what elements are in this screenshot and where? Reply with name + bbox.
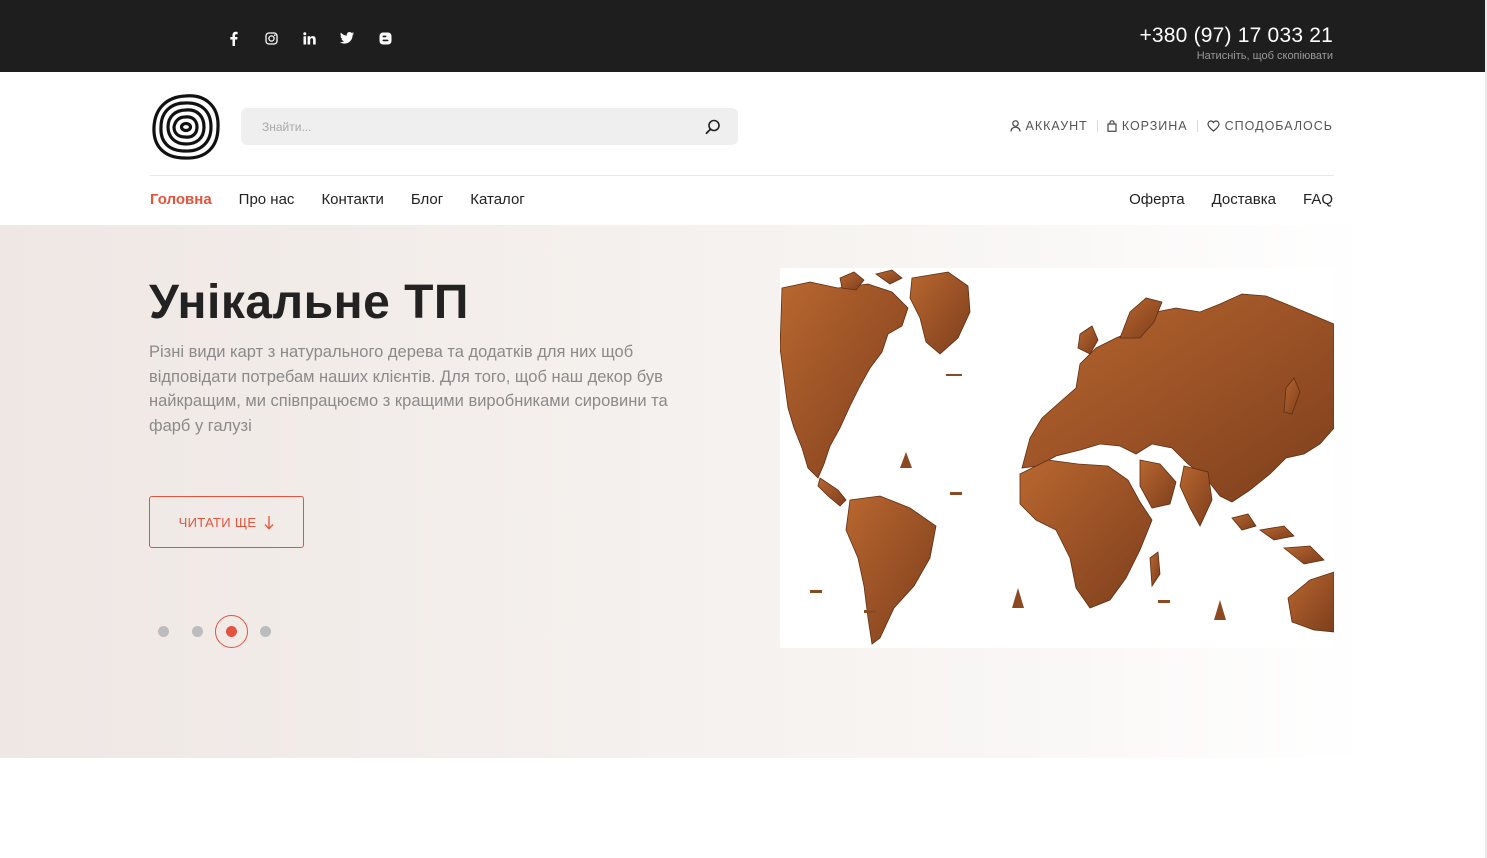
twitter-icon[interactable] xyxy=(328,26,366,50)
search-input[interactable] xyxy=(241,108,681,145)
heart-icon xyxy=(1207,120,1220,132)
user-icon xyxy=(1009,120,1021,132)
hero-title: Унікальне ТП xyxy=(149,276,469,329)
nav-item-delivery[interactable]: Доставка xyxy=(1212,191,1276,208)
nav-item-home[interactable]: Головна xyxy=(150,191,212,208)
read-more-button[interactable]: ЧИТАТИ ЩЕ xyxy=(149,496,304,548)
nav-item-contacts[interactable]: Контакти xyxy=(321,191,383,208)
account-label: АККАУНТ xyxy=(1025,119,1088,133)
search-icon[interactable] xyxy=(704,118,722,136)
main-nav: Головна Про нас Контакти Блог Каталог xyxy=(150,191,552,208)
wishlist-link[interactable]: СПОДОБАЛОСЬ xyxy=(1207,119,1333,133)
slider-dot[interactable] xyxy=(158,626,169,637)
header: АККАУНТ КОРЗИНА СПОДОБАЛОСЬ Головна Про … xyxy=(0,72,1487,225)
blogger-icon[interactable] xyxy=(366,26,404,50)
hero-description: Різні види карт з натурального дерева та… xyxy=(149,343,668,436)
slider-dot[interactable] xyxy=(260,626,271,637)
top-bar: +380 (97) 17 033 21 Натисніть, щоб скопі… xyxy=(0,0,1487,72)
phone-block: +380 (97) 17 033 21 Натисніть, щоб скопі… xyxy=(1139,24,1333,63)
linkedin-icon[interactable] xyxy=(290,26,328,50)
nav-item-about[interactable]: Про нас xyxy=(239,191,295,208)
header-divider xyxy=(150,175,1334,176)
wishlist-label: СПОДОБАЛОСЬ xyxy=(1224,119,1333,133)
cart-link[interactable]: КОРЗИНА xyxy=(1107,119,1188,133)
secondary-nav: Оферта Доставка FAQ xyxy=(1102,191,1333,208)
social-links xyxy=(214,26,404,50)
instagram-icon[interactable] xyxy=(252,26,290,50)
nav-item-catalog[interactable]: Каталог xyxy=(470,191,525,208)
search-bar xyxy=(241,108,738,145)
shopping-bag-icon xyxy=(1107,120,1117,132)
separator xyxy=(1096,120,1098,132)
nav-item-blog[interactable]: Блог xyxy=(411,191,443,208)
arrow-down-icon xyxy=(264,515,274,530)
hero-slider: Унікальне ТП Різні види карт з натуральн… xyxy=(0,225,1487,758)
site-logo[interactable] xyxy=(150,91,222,163)
user-links: АККАУНТ КОРЗИНА СПОДОБАЛОСЬ xyxy=(1009,119,1333,133)
cart-label: КОРЗИНА xyxy=(1121,119,1188,133)
phone-copy-hint: Натисніть, щоб скопіювати xyxy=(1196,50,1333,62)
nav-item-offer[interactable]: Оферта xyxy=(1129,191,1184,208)
slider-dot-active[interactable] xyxy=(215,615,248,648)
slider-dots xyxy=(158,615,294,648)
account-link[interactable]: АККАУНТ xyxy=(1009,119,1088,133)
read-more-label: ЧИТАТИ ЩЕ xyxy=(178,514,257,530)
slider-dot[interactable] xyxy=(192,626,203,637)
separator xyxy=(1196,120,1198,132)
phone-number[interactable]: +380 (97) 17 033 21 xyxy=(1139,24,1333,48)
facebook-icon[interactable] xyxy=(214,26,252,50)
wooden-world-map-image xyxy=(779,268,1335,648)
nav-item-faq[interactable]: FAQ xyxy=(1303,191,1333,208)
